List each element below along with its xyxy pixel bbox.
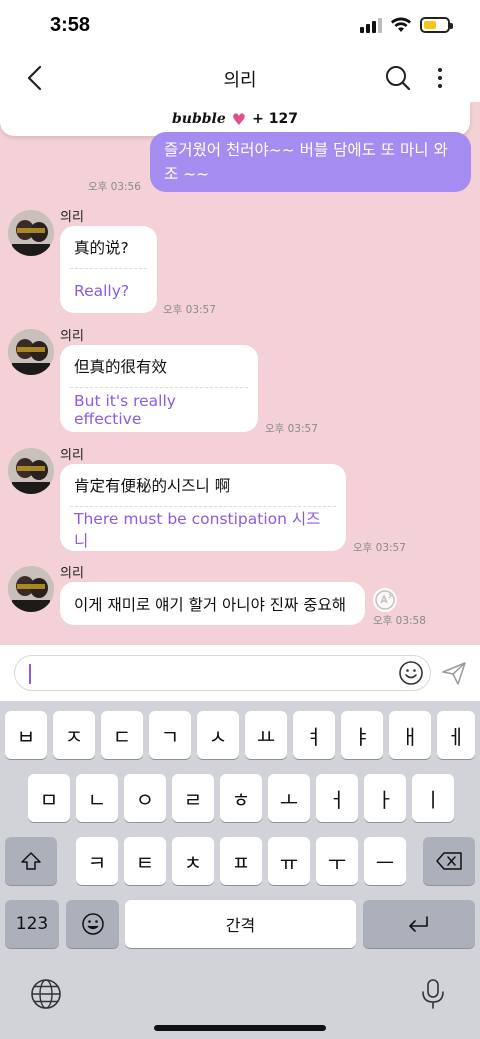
key[interactable]: ㅅ <box>197 711 239 759</box>
key[interactable]: ㄷ <box>101 711 143 759</box>
bubble-count: + 127 <box>252 111 298 127</box>
status-time: 3:58 <box>50 14 91 36</box>
key[interactable]: ㅍ <box>220 837 262 885</box>
avatar[interactable] <box>8 448 54 494</box>
space-key[interactable]: 간격 <box>125 900 356 948</box>
message-input[interactable] <box>14 655 431 691</box>
microphone-icon[interactable] <box>416 977 450 1011</box>
key[interactable]: ㅈ <box>53 711 95 759</box>
avatar[interactable] <box>8 566 54 612</box>
emoji-icon[interactable] <box>398 660 424 686</box>
message-translation-text: But it's really effective <box>74 392 176 428</box>
emoji-key[interactable] <box>66 900 119 948</box>
return-icon <box>409 916 428 932</box>
key[interactable]: ㅓ <box>316 774 358 822</box>
key[interactable]: ㅜ <box>316 837 358 885</box>
signal-icon <box>360 18 382 33</box>
keyboard: ㅂ ㅈ ㄷ ㄱ ㅅ ㅛ ㅕ ㅑ ㅐ ㅔ ㅁ ㄴ ㅇ ㄹ ㅎ ㅗ ㅓ ㅏ ㅣ ㅋ … <box>0 701 480 1039</box>
return-key[interactable] <box>363 900 475 948</box>
bubble-logo: bubble <box>172 111 226 127</box>
status-icons <box>360 17 453 33</box>
sender-name: 의리 <box>60 448 84 463</box>
send-icon[interactable] <box>440 659 468 687</box>
key[interactable]: ㅠ <box>268 837 310 885</box>
message-original-text: 但真的很有效 <box>74 358 168 376</box>
bubble-banner[interactable]: bubble ♥ + 127 <box>0 102 470 136</box>
heart-icon: ♥ <box>231 109 247 129</box>
avatar[interactable] <box>8 210 54 256</box>
received-message-bubble[interactable]: 이게 재미로 얘기 할거 아니야 진짜 중요해 <box>60 582 365 625</box>
key[interactable]: ㅕ <box>293 711 335 759</box>
key[interactable]: ㅊ <box>172 837 214 885</box>
key[interactable]: ㅑ <box>341 711 383 759</box>
message-original-text: 이게 재미로 얘기 할거 아니야 진짜 중요해 <box>74 595 346 614</box>
shift-key[interactable] <box>5 837 57 885</box>
key[interactable]: ㅏ <box>364 774 406 822</box>
globe-icon[interactable] <box>29 977 63 1011</box>
message-time: 오후 03:57 <box>353 542 406 554</box>
sender-name: 의리 <box>60 329 84 344</box>
received-message-bubble[interactable]: 肯定有便秘的시즈니 啊 There must be constipation 시… <box>60 464 346 551</box>
backspace-icon <box>436 852 462 870</box>
input-bar <box>0 645 480 701</box>
backspace-key[interactable] <box>423 837 475 885</box>
key[interactable]: ㅐ <box>389 711 431 759</box>
avatar[interactable] <box>8 329 54 375</box>
message-time: 오후 03:57 <box>163 304 216 316</box>
key[interactable]: ㅌ <box>124 837 166 885</box>
received-message-bubble[interactable]: 但真的很有效 But it's really effective <box>60 345 258 432</box>
key[interactable]: ㅛ <box>245 711 287 759</box>
sent-message-time: 오후 03:56 <box>88 181 141 193</box>
home-indicator <box>154 1025 326 1031</box>
key[interactable]: ㅡ <box>364 837 406 885</box>
status-bar: 3:58 <box>0 0 480 54</box>
message-time: 오후 03:58 <box>373 615 426 627</box>
key[interactable]: ㅔ <box>437 711 475 759</box>
nav-bar: 의리 <box>0 54 480 102</box>
shift-icon <box>21 852 41 870</box>
key[interactable]: ㅇ <box>124 774 166 822</box>
numbers-key[interactable]: 123 <box>5 900 59 948</box>
key[interactable]: ㅗ <box>268 774 310 822</box>
message-original-text: 肯定有便秘的시즈니 啊 <box>74 477 231 495</box>
key[interactable]: ㅋ <box>76 837 118 885</box>
key[interactable]: ㄹ <box>172 774 214 822</box>
chat-area[interactable]: bubble ♥ + 127 즐거웠어 천러야~~ 버블 담에도 또 마니 와조… <box>0 102 480 645</box>
sender-name: 의리 <box>60 566 84 581</box>
emoji-keyboard-icon <box>81 913 104 935</box>
translate-icon[interactable] <box>373 588 397 612</box>
sender-name: 의리 <box>60 210 84 225</box>
received-message-bubble[interactable]: 真的说? Really? <box>60 226 157 313</box>
more-vertical-icon[interactable] <box>426 64 454 92</box>
sent-message-bubble[interactable]: 즐거웠어 천러야~~ 버블 담에도 또 마니 와조 ~~ <box>150 132 471 192</box>
message-time: 오후 03:57 <box>265 423 318 435</box>
key[interactable]: ㅂ <box>5 711 47 759</box>
key[interactable]: ㅣ <box>412 774 454 822</box>
message-original-text: 真的说? <box>74 239 129 257</box>
text-caret <box>29 664 31 684</box>
message-translation-text: There must be constipation 시즈니 <box>74 510 321 550</box>
key[interactable]: ㅁ <box>28 774 70 822</box>
battery-icon <box>420 17 453 33</box>
search-icon[interactable] <box>384 64 412 92</box>
wifi-icon <box>391 17 411 32</box>
key[interactable]: ㅎ <box>220 774 262 822</box>
message-translation-text: Really? <box>74 282 130 300</box>
key[interactable]: ㄴ <box>76 774 118 822</box>
key[interactable]: ㄱ <box>149 711 191 759</box>
